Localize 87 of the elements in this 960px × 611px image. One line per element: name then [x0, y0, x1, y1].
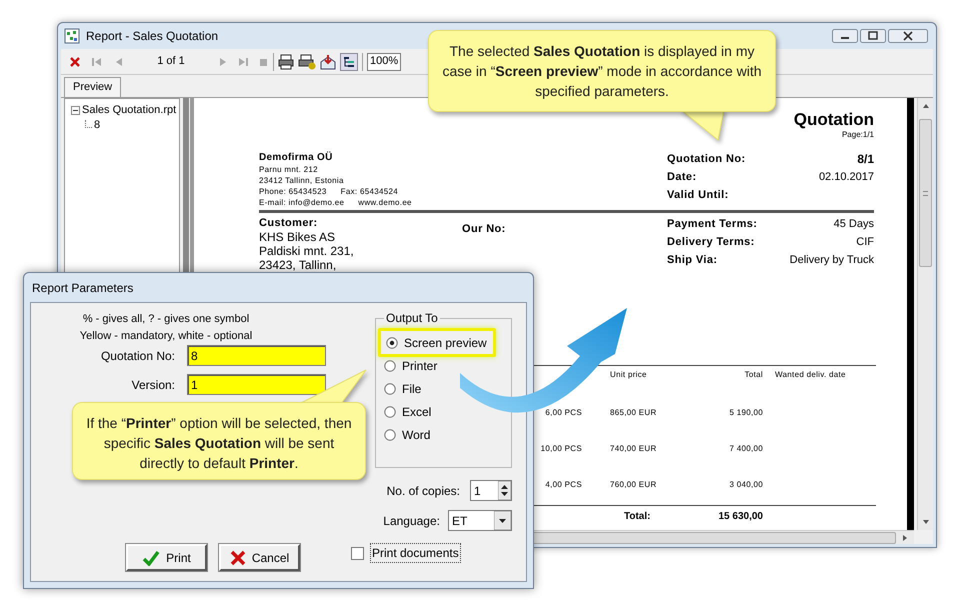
customer-address: KHS Bikes AS: [259, 230, 336, 244]
cancel-button[interactable]: Cancel: [219, 544, 300, 571]
printer-setup-icon[interactable]: [298, 54, 316, 70]
column-header: Total: [744, 369, 763, 381]
customer-address: 23423, Tallinn,: [259, 258, 338, 272]
table-cell: 6,00 PCS: [545, 407, 582, 419]
minimize-icon[interactable]: [832, 29, 858, 43]
field-label: Date:: [667, 170, 698, 184]
table-cell: 7 400,00: [729, 443, 763, 455]
our-no-label: Our No:: [462, 223, 506, 235]
field-label: Delivery Terms:: [667, 235, 756, 250]
radio-button[interactable]: [384, 382, 396, 394]
app-icon: [64, 28, 80, 44]
radio-label[interactable]: Screen preview: [404, 334, 487, 352]
language-label: Language:: [383, 512, 440, 530]
field-value: Delivery by Truck: [788, 253, 874, 268]
radio-label[interactable]: Printer: [402, 356, 438, 374]
hint-text: Yellow - mandatory, white - optional: [80, 329, 252, 344]
radio-button[interactable]: [386, 336, 398, 348]
field-label: Valid Until:: [667, 188, 730, 202]
tree-item[interactable]: Sales Quotation.rpt: [82, 104, 176, 116]
radio-button[interactable]: [384, 406, 396, 418]
field-label: Quotation No:: [667, 152, 746, 166]
column-header: Wanted deliv. date: [774, 369, 847, 381]
table-cell: 5 190,00: [729, 407, 763, 419]
page-number: Page:1/1: [842, 130, 874, 140]
total-label: Total:: [624, 510, 650, 524]
company-contact: www.demo.ee: [358, 197, 412, 208]
column-header: Unit price: [609, 369, 648, 381]
scrollbar-thumb[interactable]: [919, 119, 932, 267]
checkbox[interactable]: [351, 546, 364, 560]
radio-label[interactable]: Word: [402, 426, 430, 444]
company-contact: E-mail: info@demo.ee: [259, 197, 344, 208]
field-label: Payment Terms:: [667, 217, 758, 232]
language-dropdown[interactable]: ET: [448, 510, 512, 531]
tree-toggle-icon[interactable]: [340, 52, 358, 70]
table-cell: 3 040,00: [729, 479, 763, 491]
radio-button[interactable]: [384, 360, 396, 372]
tree-item[interactable]: 8: [94, 119, 100, 131]
field-label: Version:: [130, 376, 176, 394]
maximize-icon[interactable]: [860, 29, 886, 43]
checkmark-icon: [142, 550, 160, 566]
field-label: Ship Via:: [667, 253, 718, 268]
field-label: Quotation No:: [100, 348, 176, 364]
input-field[interactable]: 1: [187, 374, 326, 395]
printer-icon[interactable]: [278, 54, 294, 70]
total-value: 15 630,00: [718, 510, 763, 524]
copies-label: No. of copies:: [386, 482, 460, 500]
table-cell: 865,00 EUR: [610, 407, 657, 419]
hint-text: % - gives all, ? - gives one symbol: [82, 312, 250, 327]
field-value: 45 Days: [832, 217, 874, 232]
dropdown-caret-icon[interactable]: [494, 511, 511, 530]
window-title: Report - Sales Quotation: [86, 28, 220, 45]
radio-label[interactable]: File: [402, 380, 422, 398]
vertical-scrollbar[interactable]: [917, 98, 933, 530]
collapse-icon[interactable]: [71, 106, 80, 114]
customer-address: Paldiski mnt. 231,: [259, 244, 355, 258]
radio-label[interactable]: Excel: [402, 402, 432, 420]
spinner-arrows-icon[interactable]: [498, 481, 511, 500]
page-indicator: 1 of 1: [156, 54, 186, 70]
company-contact: Phone: 65434523: [259, 186, 327, 197]
table-cell: 760,00 EUR: [610, 479, 657, 491]
field-value: 8/1: [856, 152, 874, 166]
table-cell: 740,00 EUR: [610, 443, 657, 455]
preview-tab[interactable]: Preview: [64, 77, 122, 97]
report-title: Quotation: [794, 110, 874, 130]
copies-spinner[interactable]: 1: [470, 480, 512, 501]
group-label: Output To: [384, 311, 440, 325]
company-address: 23412 Tallinn, Estonia: [259, 175, 345, 186]
checkbox-label[interactable]: Print documents: [370, 543, 461, 563]
close-icon[interactable]: [888, 29, 928, 43]
cross-icon: [230, 550, 246, 566]
company-contact: Fax: 65434524: [340, 186, 398, 197]
table-cell: 4,00 PCS: [545, 479, 582, 491]
company-name: Demofirma OÜ: [259, 152, 334, 164]
print-button[interactable]: Print: [126, 544, 207, 571]
field-value: CIF: [855, 235, 874, 250]
company-address: Parnu mnt. 212: [259, 164, 319, 175]
table-cell: 10,00 PCS: [540, 443, 582, 455]
field-value: 02.10.2017: [818, 170, 874, 184]
close-icon[interactable]: [69, 56, 81, 68]
input-field[interactable]: 8: [187, 345, 326, 366]
radio-button[interactable]: [384, 428, 396, 440]
export-icon[interactable]: [320, 54, 336, 70]
zoom-dropdown[interactable]: 100%: [367, 52, 401, 70]
customer-label: Customer:: [259, 216, 319, 230]
dialog-title: Report Parameters: [32, 280, 134, 296]
